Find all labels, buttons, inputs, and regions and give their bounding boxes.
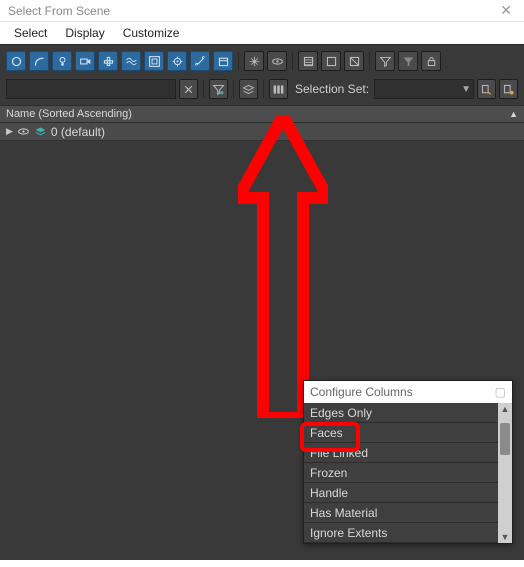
column-name-label: Name (Sorted Ascending) — [6, 108, 132, 120]
selection-set-combo[interactable]: ▼ — [374, 79, 474, 99]
toolbar-row-2: Selection Set: ▼ — [6, 77, 518, 101]
clear-search-icon[interactable] — [179, 79, 198, 99]
select-add-icon[interactable] — [499, 79, 518, 99]
lock-icon[interactable] — [421, 51, 441, 71]
sort-ascending-icon: ▲ — [509, 109, 518, 119]
configure-columns-popup: Configure Columns ▢ Edges Only Faces Fil… — [303, 380, 513, 544]
toolbar-separator — [233, 80, 234, 98]
popup-title: Configure Columns — [310, 385, 413, 399]
column-option-has-material[interactable]: Has Material — [304, 503, 498, 523]
display-invert-icon[interactable] — [344, 51, 364, 71]
chevron-down-icon: ▼ — [461, 84, 471, 95]
column-option-edges-only[interactable]: Edges Only — [304, 403, 498, 423]
selection-filter-icon[interactable] — [209, 79, 228, 99]
column-option-faces[interactable]: Faces — [304, 423, 498, 443]
toolbar-row-1 — [6, 49, 518, 73]
select-button-icon[interactable] — [477, 79, 496, 99]
filter-xrefs-icon[interactable] — [167, 51, 187, 71]
filter-containers-icon[interactable] — [213, 51, 233, 71]
filter-spacewarps-icon[interactable] — [121, 51, 141, 71]
filter-shapes-icon[interactable] — [29, 51, 49, 71]
popup-titlebar: Configure Columns ▢ — [304, 381, 512, 403]
filter-lights-icon[interactable] — [52, 51, 72, 71]
filter-groups-icon[interactable] — [144, 51, 164, 71]
window-titlebar: Select From Scene ✕ — [0, 0, 524, 22]
freeze-toggle-icon[interactable] — [244, 51, 264, 71]
filter-bone-icon[interactable] — [190, 51, 210, 71]
configure-columns-icon[interactable] — [269, 79, 288, 99]
toolbar: Selection Set: ▼ — [0, 44, 524, 105]
window-title: Select From Scene — [8, 4, 110, 18]
expand-icon[interactable]: ▶ — [6, 126, 13, 137]
menu-customize[interactable]: Customize — [123, 26, 180, 40]
menu-bar: Select Display Customize — [0, 22, 524, 44]
popup-scrollbar[interactable]: ▲ ▼ — [498, 403, 512, 543]
popup-close-icon[interactable]: ▢ — [495, 385, 506, 399]
selection-set-label: Selection Set: — [295, 82, 369, 96]
filter-funnel-2-icon[interactable] — [398, 51, 418, 71]
column-header[interactable]: Name (Sorted Ascending) ▲ — [0, 105, 524, 123]
layers-icon[interactable] — [239, 79, 258, 99]
toolbar-separator — [238, 52, 239, 70]
popup-list: Edges Only Faces File Linked Frozen Hand… — [304, 403, 498, 543]
hide-toggle-icon[interactable] — [267, 51, 287, 71]
toolbar-separator — [369, 52, 370, 70]
toolbar-separator — [203, 80, 204, 98]
column-option-ignore-extents[interactable]: Ignore Extents — [304, 523, 498, 543]
column-option-handle[interactable]: Handle — [304, 483, 498, 503]
filter-funnel-icon[interactable] — [375, 51, 395, 71]
layer-icon — [34, 125, 47, 138]
column-option-file-linked[interactable]: File Linked — [304, 443, 498, 463]
toolbar-separator — [292, 52, 293, 70]
display-none-icon[interactable] — [321, 51, 341, 71]
menu-select[interactable]: Select — [14, 26, 47, 40]
toolbar-separator — [263, 80, 264, 98]
search-input[interactable] — [6, 79, 176, 99]
filter-cameras-icon[interactable] — [75, 51, 95, 71]
column-option-frozen[interactable]: Frozen — [304, 463, 498, 483]
window-close-button[interactable]: ✕ — [496, 2, 516, 19]
scrollbar-thumb[interactable] — [500, 423, 510, 455]
filter-geometry-icon[interactable] — [6, 51, 26, 71]
scroll-down-icon[interactable]: ▼ — [498, 531, 512, 543]
scroll-up-icon[interactable]: ▲ — [498, 403, 512, 415]
menu-display[interactable]: Display — [65, 26, 104, 40]
tree-item-label: 0 (default) — [51, 125, 105, 139]
filter-helpers-icon[interactable] — [98, 51, 118, 71]
eye-icon[interactable] — [17, 125, 30, 138]
display-all-icon[interactable] — [298, 51, 318, 71]
tree-row[interactable]: ▶ 0 (default) — [0, 123, 524, 141]
